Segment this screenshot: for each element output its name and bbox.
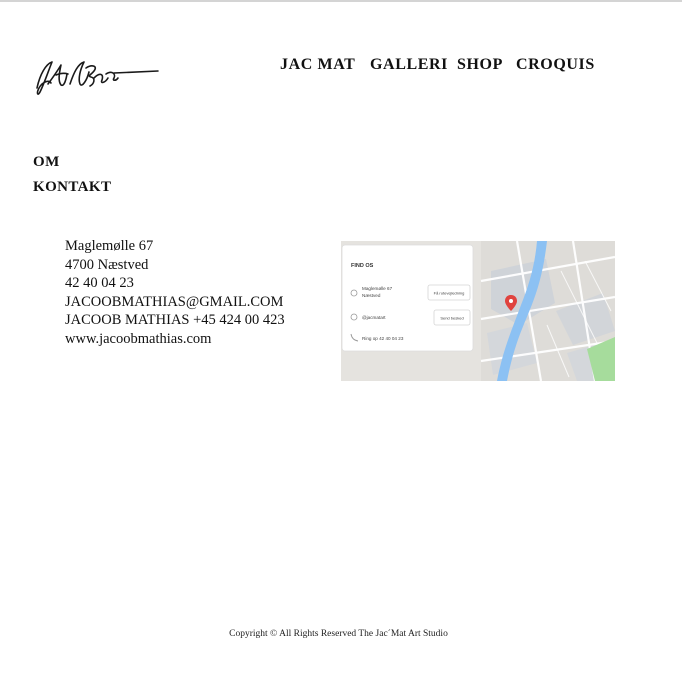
footer-copyright: Copyright © All Rights Reserved The Jac´… bbox=[0, 629, 682, 639]
map-card-handle: @jacmatart bbox=[362, 315, 386, 320]
contact-address-street: Maglemølle 67 bbox=[65, 238, 154, 254]
nav-link-galleri[interactable]: GALLERI bbox=[370, 56, 448, 74]
side-link-kontakt[interactable]: KONTAKT bbox=[33, 175, 111, 200]
nav-link-shop[interactable]: SHOP bbox=[457, 56, 503, 74]
side-link-om[interactable]: OM bbox=[33, 150, 111, 175]
nav-link-croquis[interactable]: CROQUIS bbox=[516, 56, 595, 74]
contact-address-city: 4700 Næstved bbox=[65, 256, 149, 273]
main-nav: JAC MAT GALLERI SHOP CROQUIS bbox=[0, 56, 682, 76]
contact-info: Maglemølle 67 4700 Næstved 42 40 04 23 J… bbox=[65, 237, 285, 349]
map-card-phone: Ring op 42 40 04 23 bbox=[362, 336, 404, 341]
top-border bbox=[0, 0, 682, 2]
contact-email: JACOOBMATHIAS@GMAIL.COM bbox=[65, 293, 284, 310]
contact-name-phone: JACOOB MATHIAS +45 424 00 423 bbox=[65, 312, 285, 329]
map-card-route-button: Få rutevejledning bbox=[434, 291, 465, 296]
location-map[interactable]: FIND OS Maglemølle 67 Næstved Få rutevej… bbox=[341, 241, 615, 381]
contact-phone: 42 40 04 23 bbox=[65, 275, 134, 292]
map-card-address-2: Næstved bbox=[362, 293, 381, 298]
copyright-text: Copyright © All Rights Reserved The Jac´… bbox=[229, 629, 448, 639]
side-nav: OM KONTAKT bbox=[33, 150, 111, 200]
nav-link-jac-mat[interactable]: JAC MAT bbox=[280, 56, 355, 74]
map-card-address-1: Maglemølle 67 bbox=[362, 286, 393, 291]
map-card-message-button: Send besked bbox=[440, 316, 463, 321]
map-card-title: FIND OS bbox=[351, 263, 374, 269]
contact-website: www.jacoobmathias.com bbox=[65, 330, 212, 347]
